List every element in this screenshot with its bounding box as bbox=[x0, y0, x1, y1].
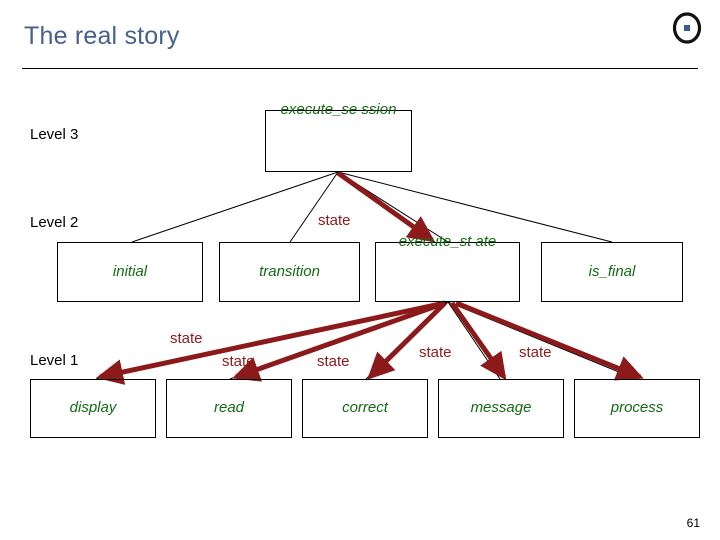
node-label-execute-session: execute_se ssion bbox=[280, 101, 397, 118]
node-box-message[interactable]: message bbox=[438, 379, 564, 438]
thin-exstate-message bbox=[447, 301, 501, 380]
thin-session-initial bbox=[131, 171, 339, 243]
edge-label-level2-state: state bbox=[318, 212, 351, 229]
level-caption-level-1: Level 1 bbox=[30, 352, 79, 369]
thin-session-exstate bbox=[337, 171, 449, 243]
node-box-initial[interactable]: initial bbox=[57, 242, 203, 302]
edge-label-read: state bbox=[222, 353, 255, 370]
node-box-correct[interactable]: correct bbox=[302, 379, 428, 438]
node-box-execute-session[interactable]: execute_se ssion bbox=[265, 101, 412, 172]
node-label-transition: transition bbox=[259, 262, 320, 280]
arrow-session-exstate bbox=[336, 170, 436, 243]
node-label-read: read bbox=[213, 399, 245, 417]
node-box-process[interactable]: process bbox=[574, 379, 700, 438]
thin-exstate-display bbox=[95, 301, 449, 380]
level-caption-level-3: Level 3 bbox=[30, 126, 79, 143]
thin-session-isfinal bbox=[337, 171, 613, 243]
node-box-execute-state[interactable]: execute_st ate bbox=[375, 233, 520, 302]
node-box-display[interactable]: display bbox=[30, 379, 156, 438]
node-label-process: process bbox=[610, 399, 664, 417]
class-hierarchy-diagram: Level 3 Level 2 Level 1 execute_se ssion in… bbox=[0, 0, 720, 540]
arrow-exstate-process bbox=[455, 300, 644, 381]
arrow-exstate-message bbox=[449, 301, 507, 381]
node-label-correct: correct bbox=[342, 399, 388, 417]
arrow-exstate-display bbox=[96, 300, 446, 385]
node-label-execute-state: execute_st ate bbox=[398, 233, 497, 250]
node-box-is-final[interactable]: is_final bbox=[541, 242, 683, 302]
arrow-exstate-correct bbox=[367, 301, 447, 380]
edge-label-display: state bbox=[170, 330, 203, 347]
page-number: 61 bbox=[686, 516, 700, 530]
node-box-transition[interactable]: transition bbox=[219, 242, 360, 302]
edge-label-correct: state bbox=[317, 353, 350, 370]
node-label-message: message bbox=[470, 399, 532, 417]
level-caption-level-2: Level 2 bbox=[30, 214, 79, 231]
node-label-initial: initial bbox=[112, 262, 148, 280]
edge-label-message: state bbox=[419, 344, 452, 361]
thin-session-transition bbox=[289, 171, 339, 243]
node-box-read[interactable]: read bbox=[166, 379, 292, 438]
edge-label-process: state bbox=[519, 344, 552, 361]
node-label-is-final: is_final bbox=[588, 262, 636, 280]
thin-exstate-process bbox=[447, 301, 637, 380]
node-label-display: display bbox=[69, 399, 117, 417]
thin-exstate-correct bbox=[365, 301, 449, 380]
